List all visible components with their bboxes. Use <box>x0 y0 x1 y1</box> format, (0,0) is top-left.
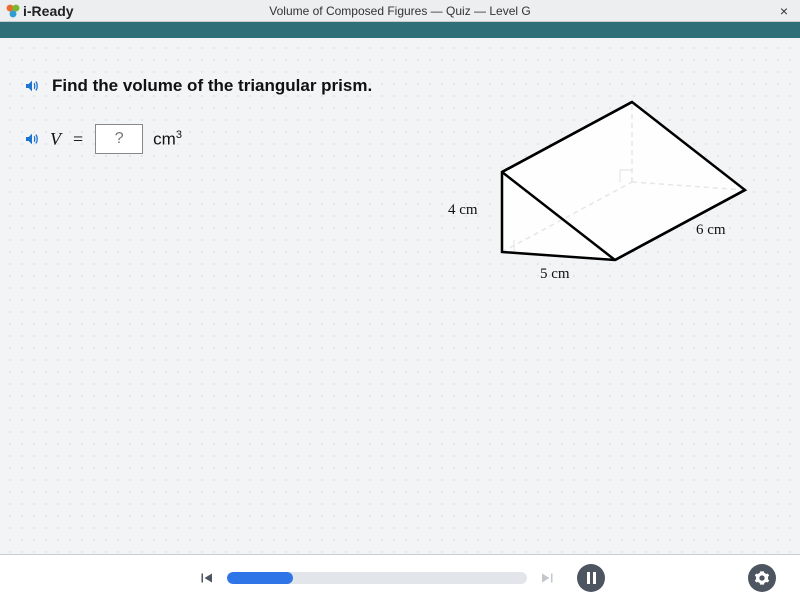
pause-button[interactable] <box>577 564 605 592</box>
progress-bar[interactable] <box>227 572 527 584</box>
progress-fill <box>227 572 293 584</box>
dimension-c: 6 cm <box>696 222 726 239</box>
equals-sign: = <box>71 129 85 150</box>
prism-figure: 4 cm 5 cm 6 cm <box>454 94 754 289</box>
first-button[interactable] <box>195 567 217 589</box>
pause-icon <box>587 572 596 584</box>
unit-exponent: 3 <box>176 129 182 141</box>
content-area: Find the volume of the triangular prism.… <box>0 38 800 555</box>
settings-button[interactable] <box>748 564 776 592</box>
gear-icon <box>754 570 770 586</box>
variable-label: V <box>50 129 61 150</box>
unit-base: cm <box>153 129 176 148</box>
question-text: Find the volume of the triangular prism. <box>52 76 372 96</box>
answer-input[interactable] <box>95 124 143 154</box>
bottom-toolbar <box>0 555 800 601</box>
next-button[interactable] <box>537 567 559 589</box>
audio-icon[interactable] <box>24 131 40 147</box>
dimension-a: 4 cm <box>448 202 478 219</box>
window-title: Volume of Composed Figures — Quiz — Leve… <box>0 4 800 18</box>
accent-bar <box>0 22 800 38</box>
brand-logo: i-Ready <box>6 3 74 19</box>
logo-icon <box>6 4 20 18</box>
audio-icon[interactable] <box>24 78 40 94</box>
unit-label: cm3 <box>153 129 182 150</box>
close-icon[interactable]: × <box>774 3 794 19</box>
brand-text: i-Ready <box>23 3 74 19</box>
dimension-b: 5 cm <box>540 266 570 283</box>
